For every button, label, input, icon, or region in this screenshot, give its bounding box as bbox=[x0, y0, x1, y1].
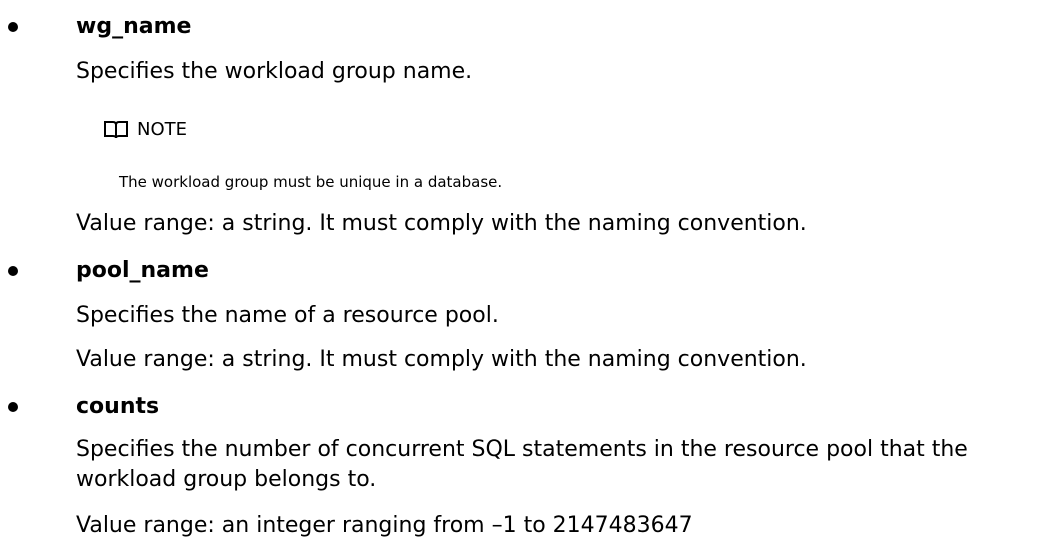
note-label: NOTE bbox=[137, 119, 188, 140]
param-description-pool-name: Specifies the name of a resource pool. bbox=[76, 303, 499, 328]
note-text: The workload group must be unique in a d… bbox=[119, 173, 503, 191]
document-page: wg_name Specifies the workload group nam… bbox=[0, 0, 1060, 540]
param-description-wg-name: Specifies the workload group name. bbox=[76, 59, 473, 84]
bullet-icon bbox=[8, 22, 18, 32]
note-header: NOTE bbox=[103, 117, 187, 143]
param-value-range-wg-name: Value range: a string. It must comply wi… bbox=[76, 211, 807, 236]
bullet-icon bbox=[8, 402, 18, 412]
param-name-pool-name: pool_name bbox=[76, 258, 209, 283]
param-value-range-counts: Value range: an integer ranging from –1 … bbox=[76, 513, 693, 538]
book-icon bbox=[104, 121, 128, 139]
param-description-counts: Specifies the number of concurrent SQL s… bbox=[76, 437, 968, 492]
param-value-range-pool-name: Value range: a string. It must comply wi… bbox=[76, 347, 807, 372]
bullet-icon bbox=[8, 266, 18, 276]
param-name-counts: counts bbox=[76, 394, 160, 419]
param-name-wg-name: wg_name bbox=[76, 14, 192, 39]
